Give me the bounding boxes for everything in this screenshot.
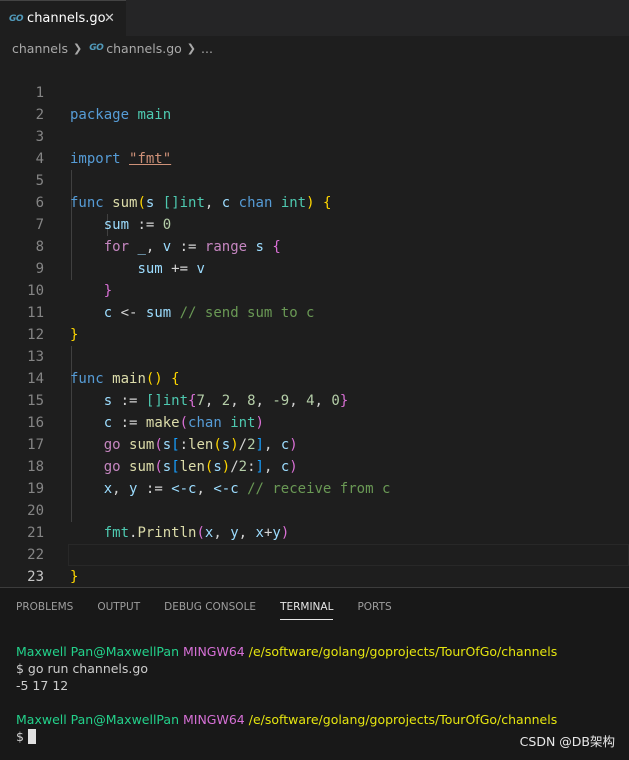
- code-line: 8 sum += v: [0, 214, 629, 277]
- code-line: 18 x, y := <-c, <-c // receive from c: [0, 434, 629, 497]
- code-line: 23: [0, 544, 629, 585]
- terminal-user: Maxwell Pan@MaxwellPan: [16, 712, 179, 727]
- tab-terminal[interactable]: TERMINAL: [280, 588, 334, 626]
- terminal-system: MINGW64: [182, 712, 245, 727]
- code-line: 5 func sum(s []int, c chan int) {: [0, 148, 629, 211]
- code-line: 6 sum := 0: [0, 170, 629, 233]
- code-line: 7 for _, v := range s {: [0, 192, 629, 255]
- terminal-path: /e/software/golang/goprojects/TourOfGo/c…: [248, 712, 558, 727]
- code-line: 9 }: [0, 236, 629, 299]
- terminal-user: Maxwell Pan@MaxwellPan: [16, 644, 179, 659]
- code-line: 11 }: [0, 280, 629, 343]
- code-line: 1 package main: [0, 60, 629, 123]
- code-line: 2: [0, 82, 629, 123]
- tab-problems[interactable]: PROBLEMS: [16, 588, 73, 626]
- terminal-prompt-line: Maxwell Pan@MaxwellPan MINGW64 /e/softwa…: [16, 643, 557, 660]
- code-line: 17 go sum(s[len(s)/2:], c): [0, 412, 629, 475]
- code-line: 13 func main() {: [0, 324, 629, 387]
- go-file-icon: GO: [9, 13, 24, 24]
- code-line: 19: [0, 456, 629, 497]
- code-line: 15 c := make(chan int): [0, 368, 629, 431]
- go-file-icon: GO: [89, 43, 104, 53]
- code-line: 22 }: [0, 522, 629, 585]
- breadcrumb-file[interactable]: channels.go: [106, 41, 182, 56]
- code-line: 10 c <- sum // send sum to c: [0, 258, 629, 321]
- terminal-system: MINGW64: [182, 644, 245, 659]
- terminal-path: /e/software/golang/goprojects/TourOfGo/c…: [248, 644, 558, 659]
- close-icon[interactable]: ✕: [104, 11, 115, 26]
- chevron-right-icon: ❯: [72, 41, 83, 55]
- tab-debug-console[interactable]: DEBUG CONSOLE: [164, 588, 256, 626]
- code-editor[interactable]: 1 package main 2 3 import "fmt" 4 5 func…: [0, 60, 629, 585]
- code-line: 21: [0, 500, 629, 541]
- terminal-program-output: -5 17 12: [16, 678, 69, 693]
- code-line: 20 fmt.Println(x, y, x+y): [0, 478, 629, 541]
- code-line: 14 s := []int{7, 2, 8, -9, 4, 0}: [0, 346, 629, 409]
- breadcrumb-folder[interactable]: channels: [12, 41, 68, 56]
- code-line: 4: [0, 126, 629, 167]
- terminal-prompt-symbol: $: [16, 729, 24, 744]
- code-line: 12: [0, 302, 629, 343]
- tab-channels-go[interactable]: GO channels.go ✕: [0, 0, 126, 36]
- code-line: 3 import "fmt": [0, 104, 629, 167]
- line-number: 23: [27, 569, 44, 585]
- terminal-prompt-line: Maxwell Pan@MaxwellPan MINGW64 /e/softwa…: [16, 711, 557, 728]
- breadcrumb: channels ❯ GO channels.go ❯ ...: [0, 36, 629, 60]
- editor-tab-bar: GO channels.go ✕: [0, 0, 629, 36]
- terminal-command: $ go run channels.go: [16, 661, 148, 676]
- terminal-output[interactable]: Maxwell Pan@MaxwellPan MINGW64 /e/softwa…: [16, 643, 557, 745]
- tab-ports[interactable]: PORTS: [357, 588, 391, 626]
- breadcrumb-more[interactable]: ...: [201, 41, 213, 56]
- tab-output[interactable]: OUTPUT: [97, 588, 140, 626]
- panel-tabs: PROBLEMS OUTPUT DEBUG CONSOLE TERMINAL P…: [0, 588, 400, 626]
- code-line: 16 go sum(s[:len(s)/2], c): [0, 390, 629, 453]
- watermark: CSDN @DB架构: [519, 734, 615, 749]
- tab-title: channels.go: [27, 11, 106, 26]
- terminal-cursor: [27, 729, 36, 744]
- terminal-input-line[interactable]: $: [16, 728, 557, 745]
- chevron-right-icon: ❯: [186, 41, 196, 55]
- bottom-panel: PROBLEMS OUTPUT DEBUG CONSOLE TERMINAL P…: [0, 587, 629, 760]
